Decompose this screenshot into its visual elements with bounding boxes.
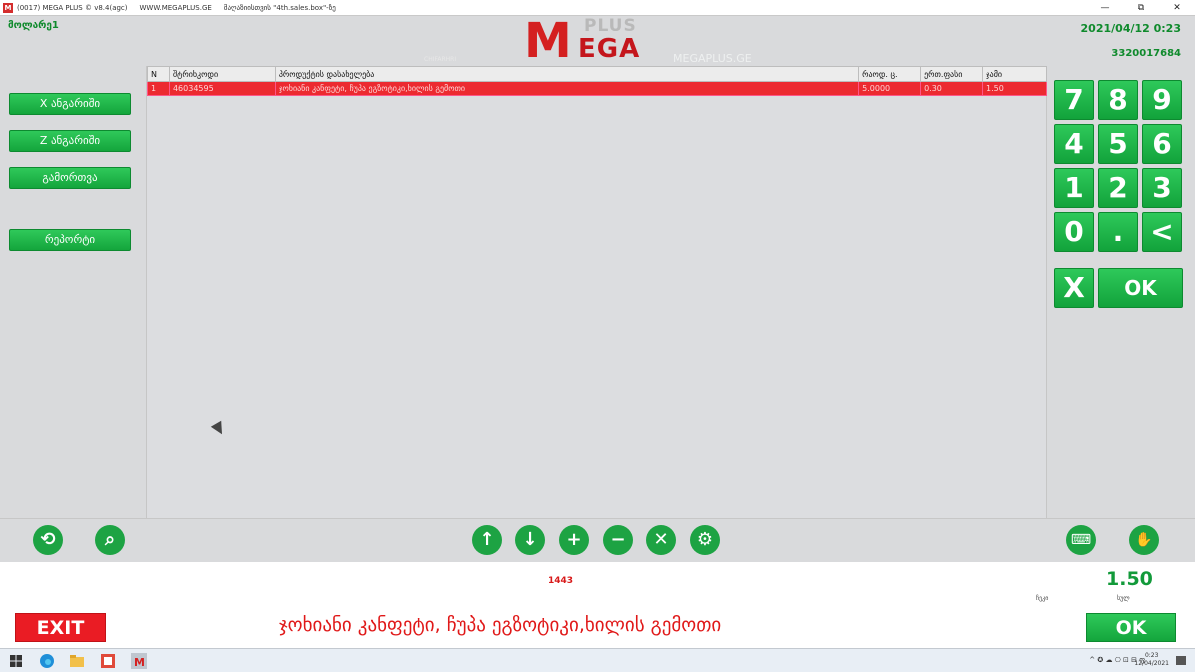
col-product[interactable]: პროდუქტის დასახელება — [274, 66, 860, 82]
minimize-button[interactable]: — — [1087, 0, 1123, 16]
key-8[interactable]: 8 — [1098, 80, 1138, 120]
left-menu: X ანგარიში Z ანგარიში გამორთვა რეპორტი — [0, 66, 145, 518]
search-icon[interactable]: ⌕ — [95, 525, 125, 555]
ok-button[interactable]: OK — [1086, 613, 1176, 642]
keypad-ok-button[interactable]: OK — [1098, 268, 1183, 308]
col-n[interactable]: N — [147, 66, 170, 82]
exit-button[interactable]: EXIT — [15, 613, 106, 642]
minus-icon[interactable]: − — [603, 525, 633, 555]
header-site: MEGAPLUS.GE — [673, 52, 752, 65]
register-code: 3320017684 — [1111, 48, 1181, 59]
os-taskbar: M ^ ✪ ☁ ⎔ ⊡ ⊟ ფ 0:23 12/04/2021 — [0, 648, 1195, 672]
edge-browser-icon[interactable] — [39, 653, 55, 669]
selected-product-name: ჯოხიანი კანფეტი, ჩუპა ეგზოტიკი,ხილის გემ… — [279, 614, 722, 636]
plus-icon[interactable]: + — [559, 525, 589, 555]
arrow-up-icon[interactable]: ↑ — [472, 525, 502, 555]
summary-area: 1443 1.50 ჩეკი სულ EXIT ჯოხიანი კანფეტი,… — [0, 562, 1195, 648]
cell-product: ჯოხიანი კანფეტი, ჩუპა ეგზოტიკი,ხილის გემ… — [274, 81, 860, 96]
col-barcode[interactable]: შტრიხკოდი — [168, 66, 276, 82]
items-grid: N შტრიხკოდი პროდუქტის დასახელება რაოდ. ც… — [146, 66, 1047, 518]
key-2[interactable]: 2 — [1098, 168, 1138, 208]
settings-icon[interactable]: ⚙ — [690, 525, 720, 555]
windows-start-icon[interactable] — [8, 653, 24, 669]
cell-barcode: 46034595 — [168, 81, 276, 96]
window-controls: — ⧉ ✕ — [1087, 0, 1195, 16]
clock-time: 0:23 — [1144, 652, 1159, 659]
numeric-keypad: 7 8 9 4 5 6 1 2 3 0 . < X OK — [1048, 66, 1195, 518]
window-title: (0017) MEGA PLUS © v8.4(agc) — [17, 3, 128, 12]
megaplus-app-icon[interactable]: M — [131, 653, 147, 669]
items-table: N შტრიხკოდი პროდუქტის დასახელება რაოდ. ც… — [147, 66, 1047, 96]
key-5[interactable]: 5 — [1098, 124, 1138, 164]
key-1[interactable]: 1 — [1054, 168, 1094, 208]
restore-button[interactable]: ⧉ — [1123, 0, 1159, 16]
cashier-name: მოლარე1 — [8, 20, 59, 31]
reports-button[interactable]: რეპორტი — [9, 229, 131, 251]
arrow-down-icon[interactable]: ↓ — [515, 525, 545, 555]
mega-plus-logo: M PLUS EGA — [520, 16, 655, 66]
window-extra: მაღაზიისთვის "4th.sales.box"-ზე — [223, 3, 336, 12]
sync-icon[interactable]: ⟲ — [33, 525, 63, 555]
key-0[interactable]: 0 — [1054, 212, 1094, 252]
app-icon: M — [3, 2, 13, 13]
bottom-toolbar: ⟲ ⌕ ↑ ↓ + − ✕ ⚙ ⌨ ✋ — [0, 518, 1195, 562]
file-explorer-icon[interactable] — [69, 653, 85, 669]
mouse-cursor — [210, 420, 228, 438]
cell-price: 0.30 — [920, 81, 984, 96]
total-label: სულ — [1117, 595, 1130, 602]
logo-plus: PLUS — [584, 16, 637, 36]
key-6[interactable]: 6 — [1142, 124, 1182, 164]
shutdown-button[interactable]: გამორთვა — [9, 167, 131, 189]
logo-ega: EGA — [578, 34, 641, 64]
col-price[interactable]: ერთ.ფასი — [920, 66, 984, 82]
receipt-number: 1443 — [548, 576, 574, 586]
notification-icon[interactable] — [1173, 653, 1189, 669]
key-7[interactable]: 7 — [1054, 80, 1094, 120]
window-titlebar: M (0017) MEGA PLUS © v8.4(agc) WWW.MEGAP… — [0, 0, 1195, 16]
logo-m: M — [524, 13, 572, 69]
total-amount: 1.50 — [1106, 568, 1153, 590]
key-backspace[interactable]: < — [1142, 212, 1182, 252]
taskbar-clock: 0:23 12/04/2021 — [1134, 652, 1169, 668]
key-4[interactable]: 4 — [1054, 124, 1094, 164]
hand-icon[interactable]: ✋ — [1129, 525, 1159, 555]
x-report-button[interactable]: X ანგარიში — [9, 93, 131, 115]
table-row[interactable]: 1 46034595 ჯოხიანი კანფეტი, ჩუპა ეგზოტიკ… — [147, 81, 1047, 96]
delete-icon[interactable]: ✕ — [646, 525, 676, 555]
key-decimal[interactable]: . — [1098, 212, 1138, 252]
table-header: N შტრიხკოდი პროდუქტის დასახელება რაოდ. ც… — [147, 66, 1047, 82]
keypad-cancel-button[interactable]: X — [1054, 268, 1094, 308]
datetime: 2021/04/12 0:23 — [1080, 22, 1181, 35]
z-report-button[interactable]: Z ანგარიში — [9, 130, 131, 152]
close-button[interactable]: ✕ — [1159, 0, 1195, 16]
header-subtle-text: CHIFARHRI — [424, 56, 457, 63]
window-site: WWW.MEGAPLUS.GE — [139, 3, 212, 12]
cell-qty: 5.0000 — [858, 81, 922, 96]
app-header: მოლარე1 M PLUS EGA CHIFARHRI MEGAPLUS.GE… — [0, 16, 1195, 66]
cell-n: 1 — [147, 81, 170, 96]
col-sum[interactable]: ჯამი — [982, 66, 1047, 82]
col-qty[interactable]: რაოდ. ც. — [858, 66, 922, 82]
cell-sum: 1.50 — [982, 81, 1047, 96]
receipt-label: ჩეკი — [1036, 595, 1049, 602]
key-3[interactable]: 3 — [1142, 168, 1182, 208]
keyboard-icon[interactable]: ⌨ — [1066, 525, 1096, 555]
svg-text:M: M — [134, 656, 145, 669]
red-app-icon[interactable] — [100, 653, 116, 669]
clock-date: 12/04/2021 — [1134, 660, 1169, 667]
key-9[interactable]: 9 — [1142, 80, 1182, 120]
